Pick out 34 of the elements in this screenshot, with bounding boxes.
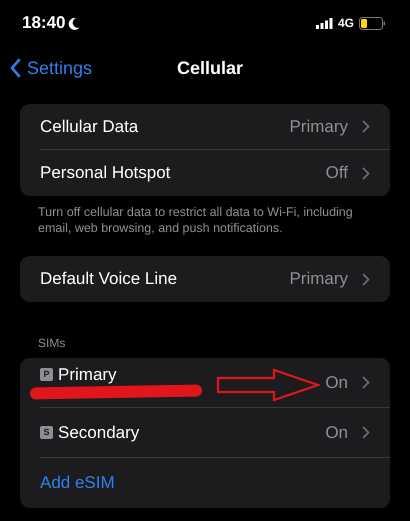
row-value: Primary bbox=[289, 116, 348, 138]
settings-row[interactable]: P Primary On bbox=[20, 358, 390, 408]
chevron-right-icon bbox=[362, 426, 370, 439]
settings-row[interactable]: S Secondary On bbox=[20, 408, 390, 458]
network-type: 4G bbox=[338, 15, 354, 32]
back-button[interactable]: Settings bbox=[10, 54, 92, 82]
chevron-right-icon bbox=[362, 120, 370, 133]
row-label: Secondary bbox=[58, 422, 140, 444]
row-label: Personal Hotspot bbox=[40, 162, 170, 184]
row-label: Default Voice Line bbox=[40, 268, 178, 290]
moon-icon bbox=[68, 16, 80, 30]
signal-icon bbox=[316, 18, 333, 28]
chevron-right-icon bbox=[362, 272, 370, 286]
footnote-text: Turn off cellular data to restrict all data to Wi-Fi, including email, web browsing, and push notifications. bbox=[37, 204, 354, 236]
row-value: Off bbox=[326, 162, 348, 184]
row-label: Primary bbox=[58, 364, 117, 386]
row-label: Cellular Data bbox=[40, 116, 138, 138]
settings-row[interactable]: Add eSIM bbox=[20, 458, 390, 508]
chevron-right-icon bbox=[362, 166, 370, 180]
sim-badge: P bbox=[40, 368, 53, 381]
chevron-right-icon bbox=[362, 376, 370, 389]
battery-icon bbox=[359, 16, 386, 30]
settings-row[interactable]: Personal Hotspot Off bbox=[20, 150, 390, 196]
row-value: On bbox=[325, 372, 348, 394]
settings-row[interactable]: Cellular Data Primary bbox=[20, 104, 390, 150]
add-esim-link: Add eSIM bbox=[40, 472, 115, 494]
clock-time: 18:40 bbox=[22, 12, 66, 34]
page-title: Cellular bbox=[177, 56, 244, 80]
sim-badge: S bbox=[40, 426, 53, 439]
row-value: Primary bbox=[289, 268, 348, 290]
settings-row[interactable]: Default Voice Line Primary bbox=[20, 256, 390, 302]
chevron-left-icon bbox=[10, 58, 21, 78]
section-header: SIMs bbox=[37, 335, 66, 352]
row-value: On bbox=[325, 422, 348, 444]
